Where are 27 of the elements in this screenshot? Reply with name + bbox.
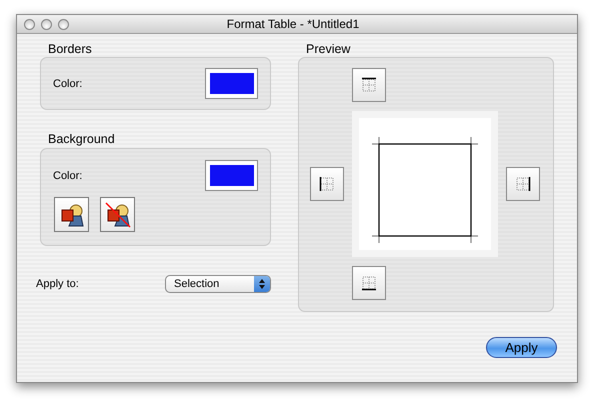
field-label: Color: xyxy=(53,78,82,90)
dropdown[interactable]: Selection xyxy=(165,275,271,293)
section-heading: Borders xyxy=(47,42,93,57)
image-button[interactable] xyxy=(100,197,135,232)
remove-shapes-icon xyxy=(104,202,130,228)
field-label: Color: xyxy=(53,170,82,182)
stepper-arrows-icon xyxy=(254,276,270,292)
section-heading: Preview xyxy=(305,42,352,57)
image-button[interactable] xyxy=(54,197,89,232)
left-border-icon xyxy=(318,175,336,193)
border-button[interactable] xyxy=(352,266,386,300)
bottom-border-icon xyxy=(360,274,378,292)
border-button[interactable] xyxy=(506,167,540,201)
zoom-button[interactable] xyxy=(58,18,69,30)
shapes-icon xyxy=(58,202,84,228)
apply-button[interactable]: Apply xyxy=(486,337,557,358)
section-heading: Background xyxy=(47,132,116,147)
border-button[interactable] xyxy=(352,68,386,102)
field-label: Apply to: xyxy=(36,278,79,290)
color-well[interactable] xyxy=(205,68,258,99)
top-border-icon xyxy=(360,76,378,94)
border-button[interactable] xyxy=(310,167,344,201)
minimize-button[interactable] xyxy=(41,18,52,30)
right-border-icon xyxy=(514,175,532,193)
window-title: Format Table - *Untitled1 xyxy=(226,17,360,31)
color-well[interactable] xyxy=(205,160,258,191)
close-button[interactable] xyxy=(24,18,35,30)
